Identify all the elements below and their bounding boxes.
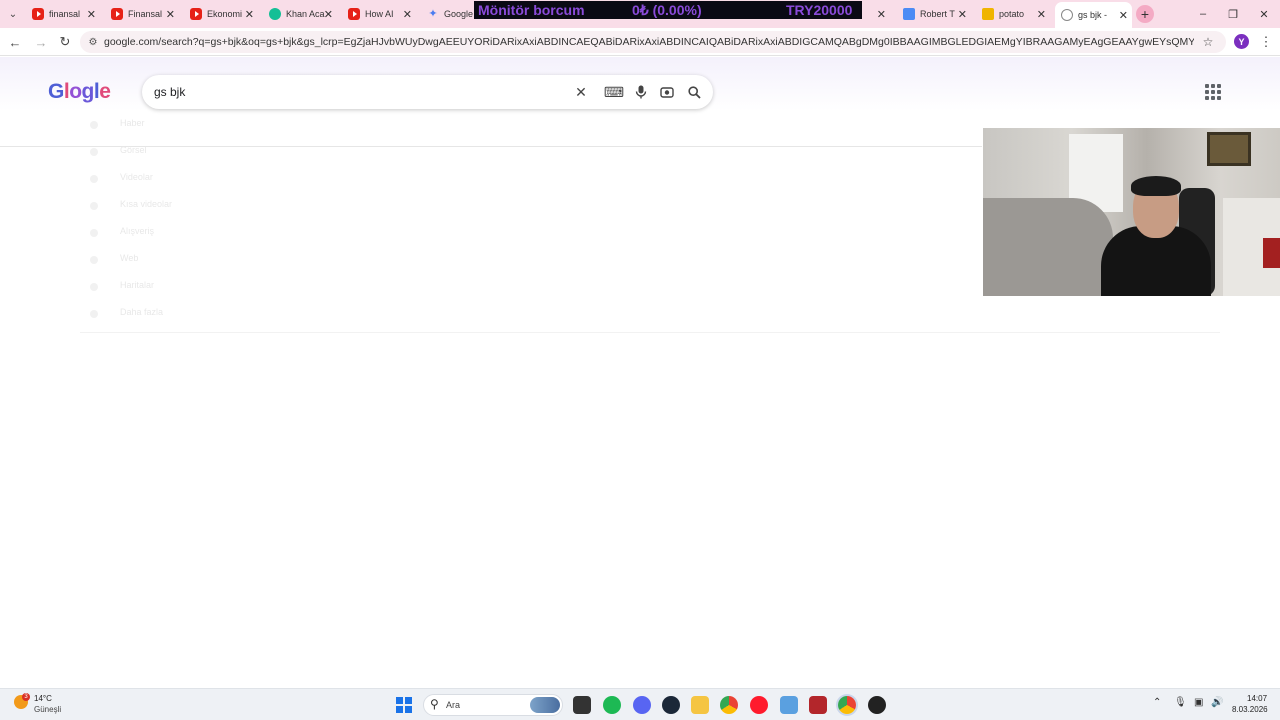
tab-close-hidden[interactable]: ✕ <box>862 3 892 25</box>
chrome-active-icon[interactable] <box>838 696 856 714</box>
opera-icon[interactable] <box>750 696 768 714</box>
tab-3[interactable]: Khan Aca ✕ <box>263 3 337 25</box>
notification-badge: 3 <box>22 693 30 701</box>
close-window-icon[interactable]: ✕ <box>1249 0 1279 28</box>
tab-close-icon[interactable]: ✕ <box>324 8 333 21</box>
tab-close-icon[interactable]: ✕ <box>403 8 412 21</box>
tab-close-icon[interactable]: ✕ <box>877 8 886 21</box>
globe-icon <box>1061 9 1073 21</box>
khan-academy-icon <box>269 8 281 20</box>
clock-time[interactable]: 14:07 <box>1247 694 1267 703</box>
lens-camera-icon[interactable] <box>658 83 676 101</box>
tab-6[interactable]: Robert T ✕ <box>897 3 971 25</box>
clock-date[interactable]: 8.03.2026 <box>1232 705 1268 714</box>
tab-close-icon[interactable]: ✕ <box>958 8 967 21</box>
ticker-amount: TRY20000 <box>786 2 853 18</box>
restore-icon[interactable]: ❐ <box>1218 0 1248 28</box>
google-sheets-icon <box>903 8 915 20</box>
loading-results-list: Haber Görsel Videolar Kısa videolar Alış… <box>90 116 290 332</box>
tab-0[interactable]: finansal ✕ <box>26 3 100 25</box>
microphone-icon[interactable] <box>632 83 650 101</box>
youtube-icon <box>32 8 44 20</box>
settings-app-icon[interactable] <box>780 696 798 714</box>
weather-condition: Güneşli <box>34 705 62 714</box>
bookmark-star-icon[interactable]: ☆ <box>1198 32 1218 52</box>
loading-spinner-icon[interactable]: ↻ <box>55 32 75 52</box>
results-divider <box>80 332 1220 333</box>
webcam-overlay <box>983 128 1280 296</box>
tab-8-active[interactable]: gs bjk - ✕ <box>1055 2 1132 28</box>
google-apps-icon[interactable] <box>1205 84 1221 100</box>
network-icon[interactable]: ▣ <box>1194 697 1203 708</box>
list-item: Haber <box>90 116 290 143</box>
tab-close-icon[interactable]: ✕ <box>1119 9 1128 22</box>
taskbar-search[interactable]: ⚲ Ara <box>423 694 563 716</box>
spotify-icon[interactable] <box>603 696 621 714</box>
microphone-tray-icon[interactable]: 🎙 <box>1174 697 1187 708</box>
browser-toolbar: ← → ↻ ⚙ google.com/search?q=gs+bjk&oq=gs… <box>0 28 1280 56</box>
tab-1[interactable]: Finansal ✕ <box>105 3 179 25</box>
search-input[interactable]: gs bjk <box>154 85 185 99</box>
potato-icon <box>982 8 994 20</box>
google-logo[interactable]: Glogle <box>48 80 111 104</box>
list-item: Görsel <box>90 143 290 170</box>
list-item: Daha fazla <box>90 305 290 332</box>
address-bar[interactable]: ⚙ google.com/search?q=gs+bjk&oq=gs+bjk&g… <box>80 31 1226 53</box>
youtube-icon <box>348 8 360 20</box>
list-item: Kısa videolar <box>90 197 290 224</box>
tab-search-chevron-icon[interactable]: ⌄ <box>0 0 26 28</box>
tab-close-icon[interactable]: ✕ <box>166 8 175 21</box>
file-explorer-icon[interactable] <box>691 696 709 714</box>
profile-avatar[interactable]: Y <box>1234 34 1249 49</box>
volume-icon[interactable]: 🔊 <box>1211 697 1223 708</box>
windows-taskbar: 3 14°C Güneşli ⚲ Ara ⌃ 🎙 ▣ 🔊 14:07 8.03.… <box>0 688 1280 720</box>
start-button[interactable] <box>396 697 412 713</box>
keyboard-icon[interactable]: ⌨ <box>604 83 624 101</box>
youtube-icon <box>111 8 123 20</box>
list-item: Web <box>90 251 290 278</box>
tab-close-icon[interactable]: ✕ <box>87 8 96 21</box>
discord-icon[interactable] <box>633 696 651 714</box>
stock-ticker-overlay: Mönitör borcum 0₺ (0.00%) TRY20000 <box>474 1 862 19</box>
weather-temp: 14°C <box>34 694 52 703</box>
forward-arrow-icon[interactable]: → <box>31 32 51 52</box>
tab-7[interactable]: potato ✕ <box>976 3 1050 25</box>
ticker-label: Mönitör borcum <box>478 2 585 18</box>
task-view-icon[interactable] <box>573 696 591 714</box>
address-url[interactable]: google.com/search?q=gs+bjk&oq=gs+bjk&gs_… <box>104 36 1194 48</box>
tab-close-icon[interactable]: ✕ <box>245 8 254 21</box>
minimize-icon[interactable]: – <box>1188 0 1218 28</box>
voicemeeter-icon[interactable] <box>809 696 827 714</box>
site-info-icon[interactable]: ⚙ <box>86 35 100 49</box>
tab-title: Google <box>444 9 473 19</box>
search-icon[interactable] <box>685 83 703 101</box>
tab-5[interactable]: ✦ Google <box>421 3 473 25</box>
youtube-icon <box>190 8 202 20</box>
tab-4[interactable]: How AI ✕ <box>342 3 416 25</box>
search-box[interactable]: gs bjk ✕ ⌨ <box>142 75 713 109</box>
search-highlight-image <box>530 697 560 713</box>
tab-title: gs bjk - <box>1078 10 1108 20</box>
taskbar-search-placeholder: Ara <box>446 700 461 710</box>
tab-2[interactable]: Ekonomi ✕ <box>184 3 258 25</box>
app-icon[interactable] <box>868 696 886 714</box>
clear-icon[interactable]: ✕ <box>572 83 590 101</box>
new-tab-button[interactable]: + <box>1136 5 1154 23</box>
chrome-icon[interactable] <box>720 696 738 714</box>
list-item: Haritalar <box>90 278 290 305</box>
list-item: Videolar <box>90 170 290 197</box>
back-arrow-icon[interactable]: ← <box>5 32 25 52</box>
list-item: Alışveriş <box>90 224 290 251</box>
search-icon: ⚲ <box>430 697 439 711</box>
tab-close-icon[interactable]: ✕ <box>1037 8 1046 21</box>
more-menu-icon[interactable]: ⋮ <box>1256 32 1276 52</box>
gemini-icon: ✦ <box>428 8 438 20</box>
ticker-change: 0₺ (0.00%) <box>632 2 702 18</box>
steam-icon[interactable] <box>662 696 680 714</box>
tray-chevron-icon[interactable]: ⌃ <box>1153 697 1161 708</box>
